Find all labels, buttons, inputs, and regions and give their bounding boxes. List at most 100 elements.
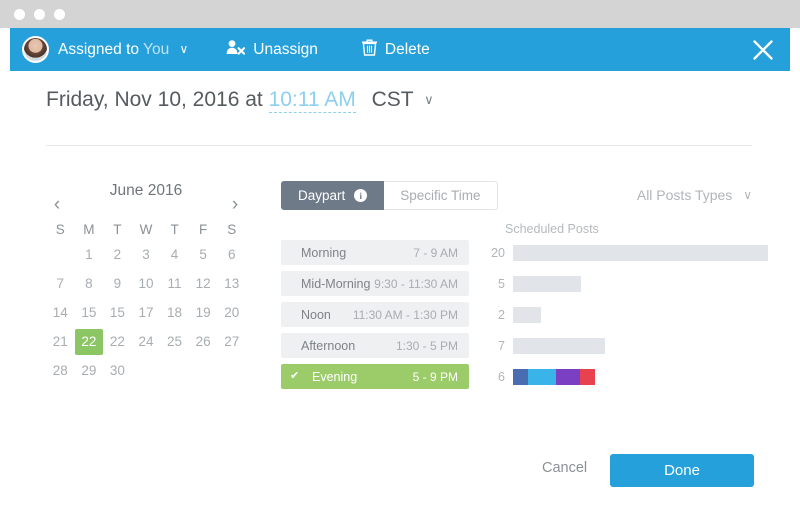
bar-track (513, 368, 595, 385)
delete-label: Delete (384, 40, 430, 58)
close-window-dot[interactable] (14, 9, 25, 20)
bar-segment-facebook (513, 368, 528, 385)
close-dialog-button[interactable] (752, 39, 774, 61)
calendar-day[interactable]: 20 (217, 300, 246, 326)
daypart-row[interactable]: ✔Mid-Morning9:30 - 11:30 AM (281, 271, 469, 296)
tab-specific-time[interactable]: Specific Time (384, 181, 498, 210)
bar-track (513, 244, 768, 261)
calendar-day[interactable]: 24 (132, 329, 161, 355)
calendar-day[interactable]: 11 (160, 271, 189, 297)
calendar-day[interactable]: 15 (103, 300, 132, 326)
maximize-window-dot[interactable] (54, 9, 65, 20)
date-headline: Friday, Nov 10, 2016 at 10:11 AM CST ∨ (46, 88, 434, 113)
calendar-prev-month-button[interactable]: ‹ (48, 195, 66, 214)
bar-fill (513, 244, 768, 261)
calendar-day[interactable]: 22 (74, 329, 104, 355)
window-controls (14, 9, 65, 20)
calendar-day[interactable]: 26 (189, 329, 218, 355)
calendar-day[interactable]: 15 (75, 300, 104, 326)
calendar-day[interactable]: 7 (46, 271, 75, 297)
calendar-day[interactable]: 10 (132, 271, 161, 297)
calendar-day[interactable]: 28 (46, 358, 75, 384)
assigned-prefix: Assigned to (58, 40, 139, 58)
info-icon[interactable]: i (354, 189, 368, 202)
calendar-day-empty (160, 358, 189, 384)
calendar-day[interactable]: 9 (103, 271, 132, 297)
calendar-day[interactable]: 3 (132, 242, 161, 268)
window-titlebar (0, 0, 800, 28)
calendar-day[interactable]: 8 (75, 271, 104, 297)
minimize-window-dot[interactable] (34, 9, 45, 20)
calendar-day[interactable]: 13 (217, 271, 246, 297)
calendar-day[interactable]: 29 (75, 358, 104, 384)
unassign-button[interactable]: Unassign (226, 39, 318, 60)
calendar-day[interactable]: 30 (103, 358, 132, 384)
user-remove-icon (226, 39, 246, 60)
calendar: June 2016 ‹ › SMTWTFS 1 2 3 4 5 6 7 8 9 10 11 12 13 1… (46, 180, 246, 384)
calendar-day[interactable]: 6 (217, 242, 246, 268)
calendar-day[interactable]: 21 (46, 329, 75, 355)
post-types-filter-label: All Posts Types (636, 187, 733, 203)
calendar-month-title: June 2016 (109, 182, 183, 199)
unassign-label: Unassign (253, 40, 318, 58)
action-bar: Assigned to You ∨ Unassign Delete (10, 28, 790, 71)
daypart-row[interactable]: ✔Noon11:30 AM - 1:30 PM (281, 302, 469, 327)
bar-count-label: 7 (498, 338, 505, 353)
daypart-list: ✔ Morning 7 - 9 AM ✔Mid-Morning9:30 - 11:30… (281, 240, 469, 395)
daypart-time-range: 5 - 9 PM (412, 369, 458, 384)
bar-fill (513, 275, 581, 292)
bar-row: 5 (481, 271, 771, 296)
daypart-name: Noon (301, 307, 331, 322)
calendar-weekday: F (199, 222, 208, 237)
calendar-day-empty (46, 242, 75, 268)
tab-daypart[interactable]: Daypart i (281, 181, 385, 210)
daypart-row[interactable]: ✔Afternoon1:30 - 5 PM (281, 333, 469, 358)
daypart-time-range: 11:30 AM - 1:30 PM (352, 307, 458, 322)
timezone-label: CST (371, 88, 414, 111)
calendar-day[interactable]: 1 (75, 242, 104, 268)
tab-daypart-label: Daypart (298, 188, 346, 203)
chevron-down-icon: ∨ (743, 188, 752, 202)
bar-count-label: 5 (498, 276, 505, 291)
calendar-weekday: M (83, 222, 95, 237)
bar-fill (513, 306, 541, 323)
daypart-name: Afternoon (301, 338, 356, 353)
bar-row: 6 (481, 364, 771, 389)
calendar-day[interactable]: 22 (103, 329, 132, 355)
bar-segment-purple-network (556, 368, 580, 385)
calendar-header: June 2016 ‹ › (46, 180, 246, 218)
bar-row: 2 (481, 302, 771, 327)
daypart-name: Evening (312, 369, 358, 384)
done-button[interactable]: Done (610, 454, 754, 487)
scheduler-window: Assigned to You ∨ Unassign Delete Friday… (0, 0, 800, 530)
calendar-weekday: W (139, 222, 153, 237)
calendar-day[interactable]: 17 (132, 300, 161, 326)
calendar-weekday: T (170, 222, 179, 237)
calendar-day[interactable]: 19 (189, 300, 218, 326)
calendar-next-month-button[interactable]: › (226, 195, 244, 214)
daypart-time-range: 7 - 9 AM (413, 245, 458, 260)
check-icon: ✔ (290, 370, 300, 382)
calendar-day[interactable]: 27 (217, 329, 246, 355)
daypart-name: Morning (301, 245, 347, 260)
calendar-weekday-row: SMTWTFS (46, 218, 246, 242)
assigned-to-dropdown[interactable]: Assigned to You ∨ (22, 36, 188, 63)
calendar-day[interactable]: 14 (46, 300, 75, 326)
calendar-day[interactable]: 5 (189, 242, 218, 268)
calendar-day[interactable]: 12 (189, 271, 218, 297)
calendar-day[interactable]: 2 (103, 242, 132, 268)
assigned-who: You (143, 40, 170, 58)
daypart-row[interactable]: ✔Morning7 - 9 AM (281, 240, 469, 265)
calendar-day[interactable]: 25 (160, 329, 189, 355)
daypart-row[interactable]: ✔ Evening 5 - 9 PM (281, 364, 469, 389)
calendar-day[interactable]: 18 (160, 300, 189, 326)
timezone-dropdown[interactable]: CST ∨ (372, 88, 434, 111)
bar-segment-twitter (528, 368, 556, 385)
time-value[interactable]: 10:11 AM (268, 88, 356, 113)
trash-icon (361, 39, 378, 61)
post-types-filter-dropdown[interactable]: All Posts Types ∨ (637, 187, 752, 203)
calendar-day[interactable]: 4 (160, 242, 189, 268)
cancel-button[interactable]: Cancel (542, 460, 587, 476)
bar-track (513, 275, 581, 292)
delete-button[interactable]: Delete (361, 39, 430, 61)
